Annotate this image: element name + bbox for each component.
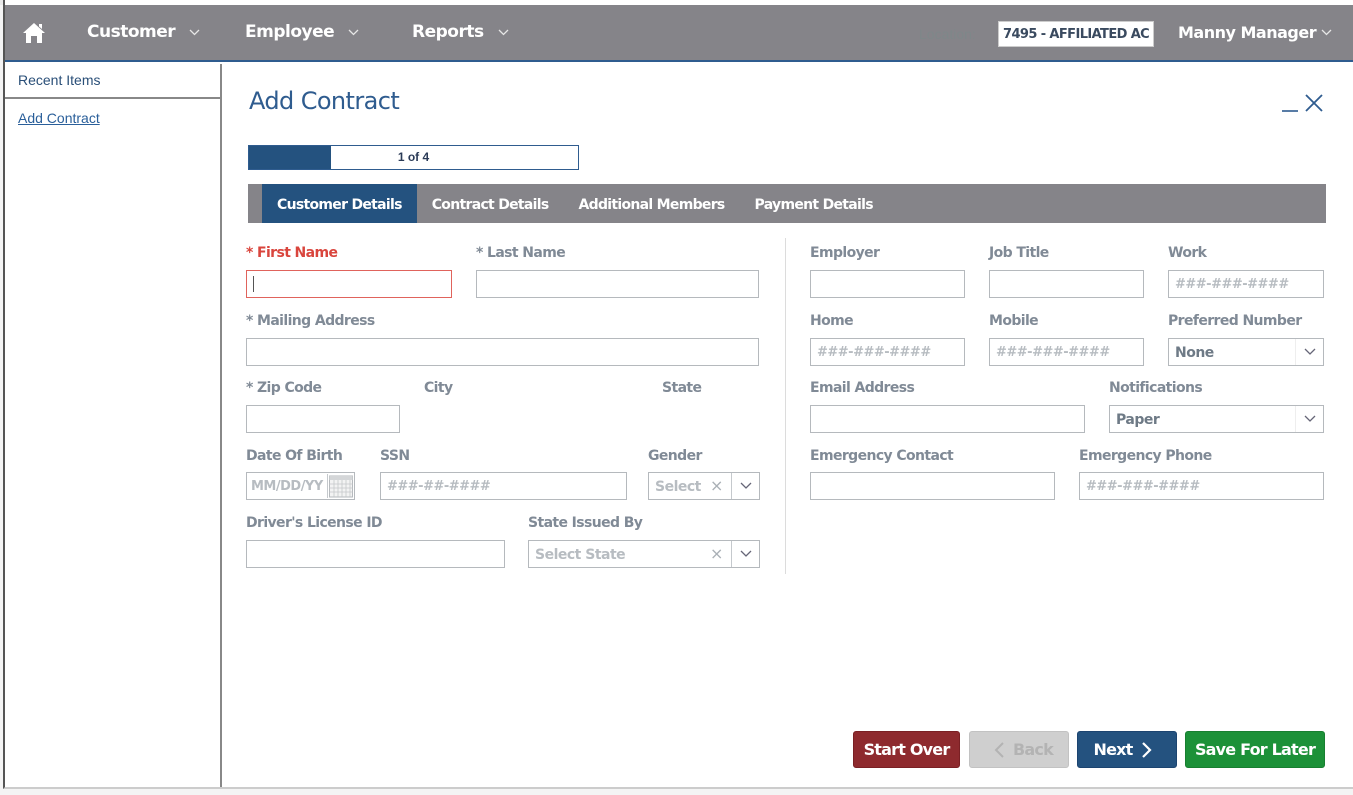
back-label: Back — [1013, 740, 1054, 759]
emergency-contact-field[interactable] — [810, 472, 1055, 500]
close-icon[interactable] — [1304, 92, 1324, 119]
minimize-icon[interactable] — [1281, 92, 1299, 119]
nav-employee-menu[interactable]: Employee — [245, 22, 359, 42]
drivers-license-label: Driver's License ID — [246, 515, 383, 531]
next-button[interactable]: Next — [1077, 731, 1177, 768]
calendar-icon[interactable] — [327, 474, 353, 498]
column-divider — [785, 238, 786, 574]
text-caret — [253, 276, 254, 292]
recent-items-heading: Recent Items — [5, 64, 220, 99]
wizard-tabs: Customer Details Contract Details Additi… — [248, 184, 1326, 223]
nav-customer-label: Customer — [87, 22, 176, 42]
first-name-field[interactable] — [246, 270, 452, 298]
chevron-left-icon — [994, 741, 1004, 758]
emergency-phone-label: Emergency Phone — [1079, 448, 1212, 464]
work-phone-label: Work — [1168, 245, 1207, 261]
nav-employee-label: Employee — [245, 22, 335, 42]
emergency-contact-label: Emergency Contact — [810, 448, 954, 464]
save-for-later-button[interactable]: Save For Later — [1185, 731, 1325, 768]
chevron-down-icon[interactable] — [1295, 406, 1323, 432]
first-name-label: * First Name — [246, 245, 338, 261]
location-label: Location: — [919, 26, 976, 42]
emergency-phone-field[interactable]: ###-###-#### — [1079, 472, 1324, 500]
email-label: Email Address — [810, 380, 915, 396]
zip-code-label: * Zip Code — [246, 380, 322, 396]
dob-field[interactable]: MM/DD/YY — [246, 472, 355, 500]
email-field[interactable] — [810, 405, 1085, 433]
step-progress-bar: 1 of 4 — [248, 145, 579, 170]
next-label: Next — [1093, 740, 1133, 759]
notifications-value: Paper — [1116, 412, 1160, 428]
ssn-field[interactable]: ###-##-#### — [380, 472, 627, 500]
work-phone-field[interactable]: ###-###-#### — [1168, 270, 1324, 298]
chevron-down-icon — [1321, 29, 1332, 36]
top-navbar: Customer Employee Reports Location: 7495… — [5, 5, 1353, 62]
main-content: Add Contract 1 of 4 Customer Details Con… — [224, 64, 1351, 787]
job-title-label: Job Title — [989, 245, 1049, 261]
tab-contract-details[interactable]: Contract Details — [417, 184, 564, 223]
preferred-number-label: Preferred Number — [1168, 313, 1302, 329]
employer-field[interactable] — [810, 270, 965, 298]
page-title: Add Contract — [249, 87, 400, 115]
preferred-number-select[interactable]: None — [1168, 338, 1324, 366]
state-issued-placeholder: Select State — [535, 547, 626, 563]
clear-icon[interactable]: × — [710, 476, 723, 495]
state-label: State — [662, 380, 702, 396]
chevron-down-icon[interactable] — [731, 473, 759, 499]
location-field[interactable]: 7495 - AFFILIATED AC — [998, 21, 1154, 47]
chevron-down-icon — [498, 29, 509, 35]
nav-reports-menu[interactable]: Reports — [412, 22, 509, 42]
tab-additional-members[interactable]: Additional Members — [564, 184, 740, 223]
zip-code-field[interactable] — [246, 405, 400, 433]
chevron-down-icon — [348, 29, 359, 35]
employer-label: Employer — [810, 245, 880, 261]
chevron-down-icon — [189, 29, 200, 35]
job-title-field[interactable] — [989, 270, 1144, 298]
mailing-address-label: * Mailing Address — [246, 313, 375, 329]
drivers-license-field[interactable] — [246, 540, 505, 568]
home-icon[interactable] — [22, 22, 46, 44]
mailing-address-field[interactable] — [246, 338, 759, 366]
clear-icon[interactable]: × — [710, 544, 723, 563]
notifications-label: Notifications — [1109, 380, 1203, 396]
ssn-label: SSN — [380, 448, 410, 464]
state-issued-label: State Issued By — [528, 515, 643, 531]
start-over-label: Start Over — [863, 740, 951, 759]
home-phone-label: Home — [810, 313, 854, 329]
gender-placeholder: Select — [655, 479, 701, 495]
preferred-number-value: None — [1175, 345, 1214, 361]
progress-text: 1 of 4 — [397, 150, 430, 164]
notifications-select[interactable]: Paper — [1109, 405, 1324, 433]
dob-label: Date Of Birth — [246, 448, 343, 464]
sidebar: Recent Items Add Contract — [5, 64, 222, 787]
chevron-down-icon[interactable] — [1295, 339, 1323, 365]
tab-payment-details[interactable]: Payment Details — [740, 184, 888, 223]
chevron-down-icon[interactable] — [731, 541, 759, 567]
last-name-field[interactable] — [476, 270, 759, 298]
recent-item-add-contract[interactable]: Add Contract — [5, 99, 220, 137]
nav-reports-label: Reports — [412, 22, 484, 42]
start-over-button[interactable]: Start Over — [853, 731, 960, 768]
dob-placeholder: MM/DD/YY — [251, 479, 323, 494]
mobile-phone-label: Mobile — [989, 313, 1039, 329]
state-issued-select[interactable]: Select State × — [528, 540, 760, 568]
user-menu[interactable]: Manny Manager — [1178, 23, 1332, 42]
gender-label: Gender — [648, 448, 702, 464]
save-for-later-label: Save For Later — [1194, 740, 1316, 759]
user-name: Manny Manager — [1178, 23, 1317, 42]
home-phone-field[interactable]: ###-###-#### — [810, 338, 965, 366]
last-name-label: * Last Name — [476, 245, 566, 261]
chevron-right-icon — [1141, 741, 1152, 758]
back-button[interactable]: Back — [969, 731, 1069, 768]
gender-select[interactable]: Select × — [648, 472, 760, 500]
tab-customer-details[interactable]: Customer Details — [262, 184, 417, 223]
city-label: City — [424, 380, 453, 396]
nav-customer-menu[interactable]: Customer — [87, 22, 200, 42]
mobile-phone-field[interactable]: ###-###-#### — [989, 338, 1144, 366]
